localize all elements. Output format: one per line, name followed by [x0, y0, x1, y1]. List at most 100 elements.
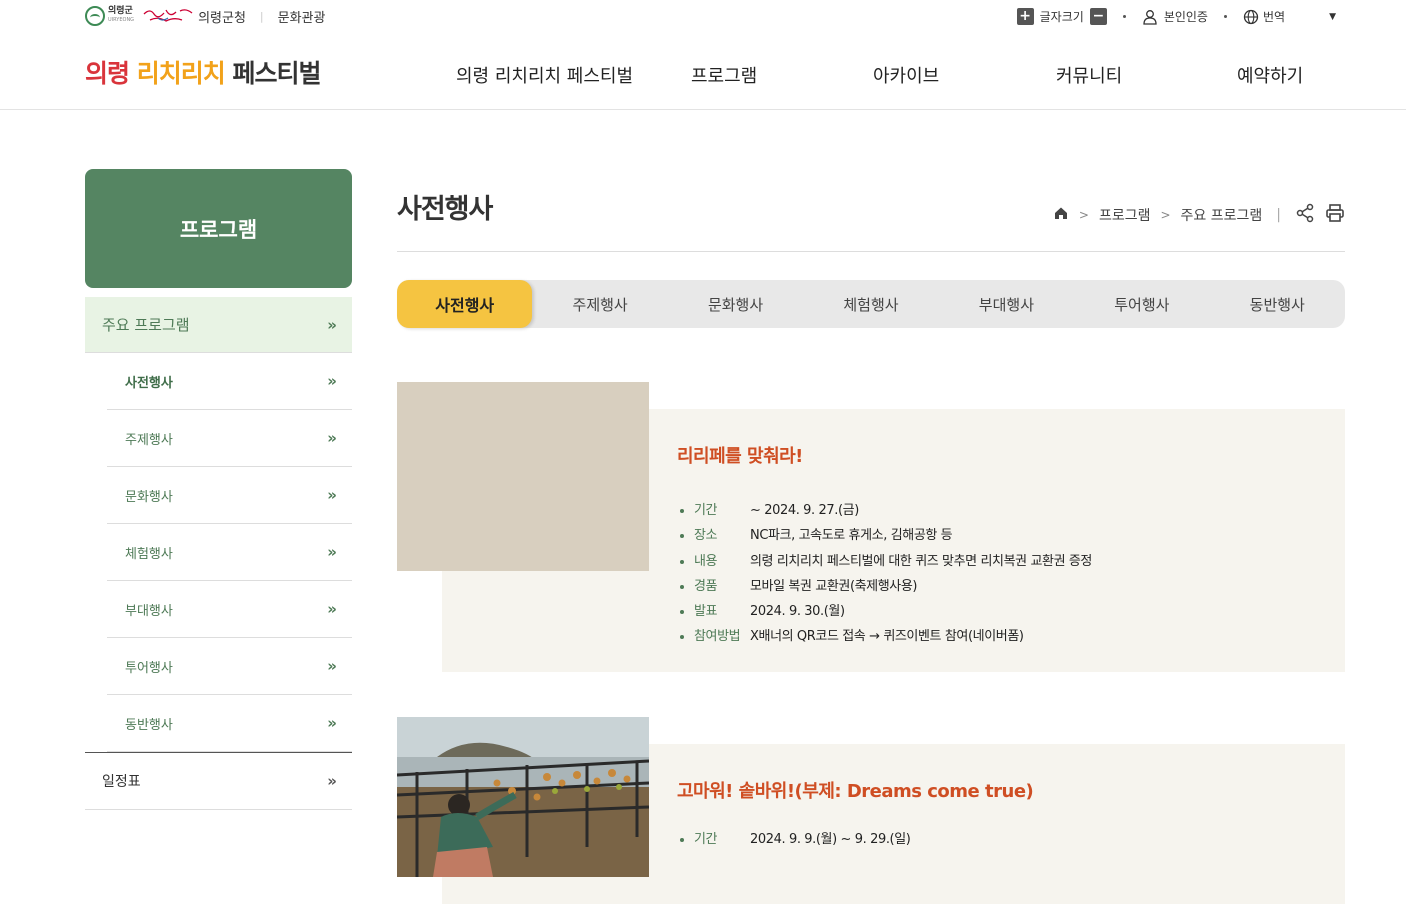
side-nav-label: 사전행사 — [125, 375, 173, 391]
logo-part-1: 의령 — [85, 59, 130, 88]
side-nav-label: 부대행사 — [125, 603, 173, 619]
event-photo — [397, 717, 649, 877]
tab-pre-event[interactable]: 사전행사 — [397, 280, 533, 328]
tab-culture-event[interactable]: 문화행사 — [668, 280, 803, 328]
breadcrumb-program[interactable]: 프로그램 — [1099, 205, 1151, 225]
side-nav-label: 주요 프로그램 — [102, 316, 190, 334]
site-header: 의령 리치리치 페스티벌 의령 리치리치 페스티벌 프로그램 아카이브 커뮤니티… — [0, 34, 1406, 110]
utility-bar: 의령군 UIRYEONG 의령군청 | 문화관광 + 글자크기 − 본인인증 번역… — [0, 0, 1406, 34]
detail-label: 장소 — [677, 523, 750, 548]
translate-label: 번역 — [1262, 10, 1286, 24]
side-nav-item-pre-event[interactable]: 사전행사 » — [107, 353, 352, 410]
nav-program[interactable]: 프로그램 — [691, 62, 757, 88]
event-details: 기간 ~ 2024. 9. 27.(금) 장소 NC파크, 고속도로 휴게소, 김해… — [677, 498, 1092, 650]
double-chevron-right-icon: » — [327, 486, 337, 504]
slogan-calligraphy-icon — [142, 6, 194, 26]
side-nav-item-tour-event[interactable]: 투어행사 » — [107, 638, 352, 695]
gov-logo-en: UIRYEONG — [108, 17, 135, 23]
translate-select[interactable]: 번역 ▼ — [1243, 8, 1336, 25]
double-chevron-right-icon: » — [327, 315, 337, 334]
nav-archive[interactable]: 아카이브 — [873, 62, 939, 88]
detail-label: 기간 — [677, 827, 750, 852]
detail-label: 발표 — [677, 599, 750, 624]
top-logos: 의령군 UIRYEONG 의령군청 | 문화관광 — [85, 6, 325, 26]
double-chevron-right-icon: » — [327, 714, 337, 732]
double-chevron-right-icon: » — [327, 772, 337, 790]
side-nav-title: 프로그램 — [85, 169, 352, 288]
side-nav-main-programs[interactable]: 주요 프로그램 » — [85, 297, 352, 353]
detail-value: 2024. 9. 9.(월) ~ 9. 29.(일) — [750, 832, 911, 847]
detail-value: 의령 리치리치 페스티벌에 대한 퀴즈 맞추면 리치복권 교환권 증정 — [750, 553, 1092, 569]
nav-reservation[interactable]: 예약하기 — [1237, 62, 1303, 88]
side-nav-item-experience-event[interactable]: 체험행사 » — [107, 524, 352, 581]
side-nav-item-schedule[interactable]: 일정표 » — [85, 753, 352, 810]
breadcrumb-separator: > — [1078, 208, 1089, 222]
detail-label: 기간 — [677, 498, 750, 523]
detail-value: ~ 2024. 9. 27.(금) — [750, 503, 859, 518]
title-divider — [397, 251, 1345, 252]
breadcrumb: > 프로그램 > 주요 프로그램 | — [1053, 203, 1345, 227]
side-nav-item-side-event[interactable]: 부대행사 » — [107, 581, 352, 638]
nav-community[interactable]: 커뮤니티 — [1056, 62, 1122, 88]
event-detail-row: 장소 NC파크, 고속도로 휴게소, 김해공항 등 — [677, 523, 1092, 548]
side-nav-item-theme-event[interactable]: 주제행사 » — [107, 410, 352, 467]
print-icon[interactable] — [1325, 203, 1345, 227]
detail-value: X배너의 QR코드 접속 → 퀴즈이벤트 참여(네이버폼) — [750, 629, 1024, 645]
side-nav-label: 동반행사 — [125, 717, 173, 733]
double-chevron-right-icon: » — [327, 600, 337, 618]
logo-part-3: 페스티벌 — [232, 59, 321, 88]
side-nav-list: 주요 프로그램 » 사전행사 » 주제행사 » 문화행사 » 체험행사 » 부대… — [85, 297, 352, 810]
event-thumbnail — [397, 382, 649, 571]
auth-link[interactable]: 본인인증 — [1142, 8, 1208, 25]
event-info: 고마워! 솥바위!(부제: Dreams come true) 기간 2024. … — [677, 777, 1034, 852]
person-icon — [1143, 9, 1157, 25]
event-detail-row: 발표 2024. 9. 30.(월) — [677, 599, 1092, 624]
chevron-down-icon: ▼ — [1329, 11, 1336, 22]
logo-part-2: 리치리치 — [136, 59, 226, 88]
tab-tour-event[interactable]: 투어행사 — [1074, 280, 1209, 328]
event-title: 고마워! 솥바위!(부제: Dreams come true) — [677, 781, 1034, 802]
tab-side-event[interactable]: 부대행사 — [939, 280, 1074, 328]
breadcrumb-separator: > — [1160, 208, 1171, 222]
side-nav-item-culture-event[interactable]: 문화행사 » — [107, 467, 352, 524]
uiryeong-gov-logo[interactable]: 의령군 UIRYEONG — [85, 6, 134, 26]
side-nav-item-companion-event[interactable]: 동반행사 » — [107, 695, 352, 752]
auth-label: 본인인증 — [1163, 10, 1208, 24]
detail-label: 참여방법 — [677, 624, 750, 649]
event-detail-row: 내용 의령 리치리치 페스티벌에 대한 퀴즈 맞추면 리치복권 교환권 증정 — [677, 549, 1092, 574]
home-icon[interactable] — [1053, 205, 1069, 225]
util-right: + 글자크기 − 본인인증 번역 ▼ — [1016, 8, 1336, 25]
breadcrumb-main-programs[interactable]: 주요 프로그램 — [1181, 205, 1263, 225]
share-icon[interactable] — [1295, 203, 1315, 227]
event-card: 고마워! 솥바위!(부제: Dreams come true) 기간 2024. … — [397, 717, 1345, 904]
event-card: 리리페를 맞춰라! 기간 ~ 2024. 9. 27.(금) 장소 NC파크, 고속… — [397, 382, 1345, 672]
tab-experience-event[interactable]: 체험행사 — [803, 280, 938, 328]
util-dot — [1223, 15, 1227, 18]
event-info: 리리페를 맞춰라! 기간 ~ 2024. 9. 27.(금) 장소 NC파크, 고속… — [677, 442, 1092, 650]
side-nav-label: 투어행사 — [125, 660, 173, 676]
event-detail-row: 참여방법 X배너의 QR코드 접속 → 퀴즈이벤트 참여(네이버폼) — [677, 624, 1092, 649]
detail-label: 내용 — [677, 549, 750, 574]
double-chevron-right-icon: » — [327, 429, 337, 447]
culture-tour-link[interactable]: 문화관광 — [278, 7, 326, 26]
tab-theme-event[interactable]: 주제행사 — [532, 280, 667, 328]
festival-logo[interactable]: 의령 리치리치 페스티벌 — [85, 54, 321, 90]
side-nav-label: 문화행사 — [125, 489, 173, 505]
detail-label: 경품 — [677, 574, 750, 599]
detail-value: 2024. 9. 30.(월) — [750, 604, 845, 620]
tab-companion-event[interactable]: 동반행사 — [1210, 280, 1345, 328]
event-detail-row: 기간 2024. 9. 9.(월) ~ 9. 29.(일) — [677, 827, 1033, 852]
side-nav-label: 주제행사 — [125, 432, 173, 448]
nav-festival[interactable]: 의령 리치리치 페스티벌 — [456, 62, 633, 88]
font-increase-button[interactable]: + — [1016, 8, 1034, 25]
breadcrumb-divider: | — [1276, 207, 1281, 223]
event-title: 리리페를 맞춰라! — [677, 446, 803, 467]
side-nav-label: 일정표 — [102, 774, 141, 790]
font-size-label: 글자크기 — [1039, 10, 1084, 24]
double-chevron-right-icon: » — [327, 543, 337, 561]
side-nav-label: 체험행사 — [125, 546, 173, 562]
side-nav: 프로그램 주요 프로그램 » 사전행사 » 주제행사 » 문화행사 » 체험행사… — [85, 169, 352, 810]
double-chevron-right-icon: » — [327, 372, 337, 390]
font-decrease-button[interactable]: − — [1089, 8, 1107, 25]
uiryeong-gov-link[interactable]: 의령군청 — [142, 6, 246, 26]
